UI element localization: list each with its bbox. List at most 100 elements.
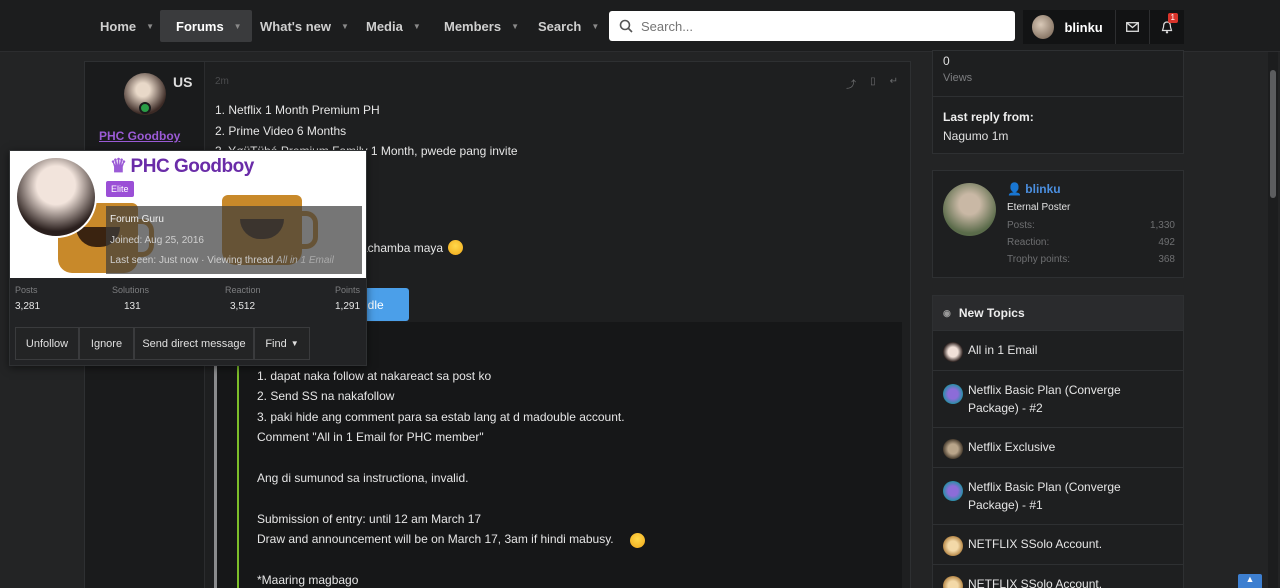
visitor-panel: 👤 blinku Eternal Poster Posts: 1,330 Reac… bbox=[932, 170, 1184, 278]
ignore-button[interactable]: Ignore bbox=[79, 327, 134, 360]
post-actions: ⤴ ▯ ↵ bbox=[846, 76, 898, 91]
stat-label: Reaction bbox=[225, 285, 261, 295]
chevron-down-icon[interactable]: ▼ bbox=[234, 22, 242, 31]
topic-title[interactable]: All in 1 Email bbox=[968, 343, 1037, 357]
last-seen-thread-link[interactable]: All in 1 Email bbox=[276, 255, 334, 266]
stat-label: Posts bbox=[15, 285, 38, 295]
stat-label: Posts: bbox=[1007, 220, 1035, 231]
new-topics-block: ◉ New Topics All in 1 Email Netflix Basic… bbox=[932, 295, 1184, 588]
avatar[interactable] bbox=[943, 183, 996, 236]
last-reply-value[interactable]: Nagumo 1m bbox=[943, 129, 1008, 143]
nav-home[interactable]: Home ▼ bbox=[100, 10, 154, 42]
avatar[interactable] bbox=[943, 439, 963, 459]
avatar[interactable] bbox=[943, 481, 963, 501]
new-topics-header: ◉ New Topics bbox=[933, 296, 1183, 330]
inbox-button[interactable] bbox=[1116, 10, 1150, 44]
arrow-up-icon: ▲ bbox=[1245, 574, 1255, 584]
topic-title[interactable]: Netflix Basic Plan (Converge Package) - … bbox=[968, 480, 1121, 512]
list-item[interactable]: Netflix Exclusive bbox=[933, 427, 1183, 467]
views-value: 0 bbox=[943, 54, 950, 68]
member-name[interactable]: ♛ PHC Goodboy bbox=[110, 155, 254, 178]
stat-value[interactable]: 1,291 bbox=[335, 301, 360, 312]
top-navigation: Home ▼ Forums ▼ What's new ▼ Media ▼ Members… bbox=[0, 0, 1280, 52]
scrollbar-thumb[interactable] bbox=[1270, 70, 1276, 198]
last-reply-label: Last reply from: bbox=[943, 110, 1034, 124]
user-icon: 👤 bbox=[1007, 182, 1022, 196]
last-seen-value: Just now · Viewing thread bbox=[158, 255, 274, 266]
alerts-button[interactable]: 1 bbox=[1150, 10, 1184, 44]
avatar[interactable] bbox=[943, 536, 963, 556]
send-direct-message-button[interactable]: Send direct message bbox=[134, 327, 254, 360]
nav-forums[interactable]: Forums ▼ bbox=[160, 10, 252, 42]
search-box[interactable] bbox=[609, 11, 1015, 41]
avatar[interactable] bbox=[943, 384, 963, 404]
list-item[interactable]: Netflix Basic Plan (Converge Package) - … bbox=[933, 467, 1183, 524]
visitor-stat-row: Reaction: 492 bbox=[1007, 237, 1175, 248]
search-icon bbox=[619, 19, 633, 33]
quote-text: 1. dapat naka follow at nakareact sa pos… bbox=[257, 369, 625, 588]
topic-title[interactable]: Netflix Exclusive bbox=[968, 440, 1055, 454]
nav-whats-new[interactable]: What's new ▼ bbox=[260, 10, 349, 42]
member-joined: Joined: Aug 25, 2016 bbox=[110, 235, 204, 246]
visitor-name[interactable]: 👤 blinku bbox=[1007, 182, 1061, 196]
avatar[interactable] bbox=[1032, 15, 1055, 39]
nav-home-label: Home bbox=[100, 18, 137, 34]
post-line: 1. Netflix 1 Month Premium PH bbox=[215, 103, 380, 117]
post-time[interactable]: 2m bbox=[215, 76, 229, 87]
topic-title[interactable]: NETFLIX SSolo Account. bbox=[968, 537, 1102, 551]
list-item[interactable]: NETFLIX SSolo Account. bbox=[933, 524, 1183, 564]
thread-info-block: 0 Views Last reply from: Nagumo 1m bbox=[932, 50, 1184, 154]
stat-value: 131 bbox=[124, 301, 141, 312]
chevron-down-icon[interactable]: ▼ bbox=[341, 22, 349, 31]
search-input[interactable] bbox=[641, 18, 1001, 34]
chevron-down-icon[interactable]: ▼ bbox=[591, 22, 599, 31]
reply-icon[interactable]: ↵ bbox=[890, 76, 898, 91]
stat-reaction: Reaction 3,512 bbox=[225, 285, 261, 312]
chevron-down-icon[interactable]: ▼ bbox=[413, 22, 421, 31]
alert-count-badge: 1 bbox=[1167, 13, 1178, 23]
nav-search[interactable]: Search ▼ bbox=[538, 10, 599, 42]
stat-value: 3,512 bbox=[230, 301, 256, 312]
stat-value: 492 bbox=[1158, 237, 1175, 248]
list-item[interactable]: All in 1 Email bbox=[933, 330, 1183, 370]
list-item[interactable]: NETFLIX SSolo Account. bbox=[933, 564, 1183, 588]
find-button[interactable]: Find ▼ bbox=[254, 327, 310, 360]
chevron-down-icon[interactable]: ▼ bbox=[146, 22, 154, 31]
unfollow-button[interactable]: Unfollow bbox=[15, 327, 79, 360]
user-secret-icon: ♛ bbox=[110, 156, 127, 177]
member-last-seen: Last seen: Just now · Viewing thread All… bbox=[110, 255, 334, 266]
avatar[interactable] bbox=[943, 576, 963, 588]
topic-title[interactable]: Netflix Basic Plan (Converge Package) - … bbox=[968, 383, 1121, 415]
scroll-to-top-button[interactable]: ▲ bbox=[1238, 574, 1262, 588]
stat-label: Trophy points: bbox=[1007, 254, 1070, 265]
visitor-stat-row: Trophy points: 368 bbox=[1007, 254, 1175, 265]
post-line: kachamba maya bbox=[355, 240, 464, 255]
post-author-name[interactable]: PHC Goodboy bbox=[99, 129, 180, 143]
profile-banner: ♛ PHC Goodboy Elite Forum Guru Joined: Au… bbox=[10, 151, 366, 278]
stat-solutions: Solutions 131 bbox=[112, 285, 149, 312]
share-icon[interactable]: ⤴ bbox=[846, 76, 856, 91]
member-actions: Unfollow Ignore Send direct message Find… bbox=[15, 327, 310, 360]
avatar[interactable] bbox=[943, 342, 963, 362]
quote-inner-bar bbox=[237, 362, 239, 588]
new-topics-title: New Topics bbox=[958, 306, 1025, 320]
account-username[interactable]: blinku bbox=[1064, 20, 1102, 35]
topic-title[interactable]: NETFLIX SSolo Account. bbox=[968, 577, 1102, 588]
member-stats: Posts 3,281 Solutions 131 Reaction 3,512 Po… bbox=[10, 285, 366, 319]
nav-members[interactable]: Members ▼ bbox=[444, 10, 519, 42]
chevron-down-icon[interactable]: ▼ bbox=[511, 22, 519, 31]
account-box: blinku 1 bbox=[1023, 10, 1184, 44]
clock-icon: ◉ bbox=[943, 307, 951, 318]
nav-media[interactable]: Media ▼ bbox=[366, 10, 421, 42]
stat-posts: Posts 3,281 bbox=[15, 285, 40, 312]
list-item[interactable]: Netflix Basic Plan (Converge Package) - … bbox=[933, 370, 1183, 427]
bookmark-icon[interactable]: ▯ bbox=[870, 76, 876, 91]
member-title: Forum Guru bbox=[110, 214, 164, 225]
nav-forums-label: Forums bbox=[176, 18, 224, 34]
stat-label: Points bbox=[335, 285, 361, 295]
divider bbox=[933, 96, 1183, 97]
member-avatar[interactable] bbox=[15, 156, 97, 238]
post-line-text: kachamba maya bbox=[355, 241, 444, 255]
nav-whats-new-label: What's new bbox=[260, 18, 331, 34]
stat-value[interactable]: 3,281 bbox=[15, 301, 40, 312]
